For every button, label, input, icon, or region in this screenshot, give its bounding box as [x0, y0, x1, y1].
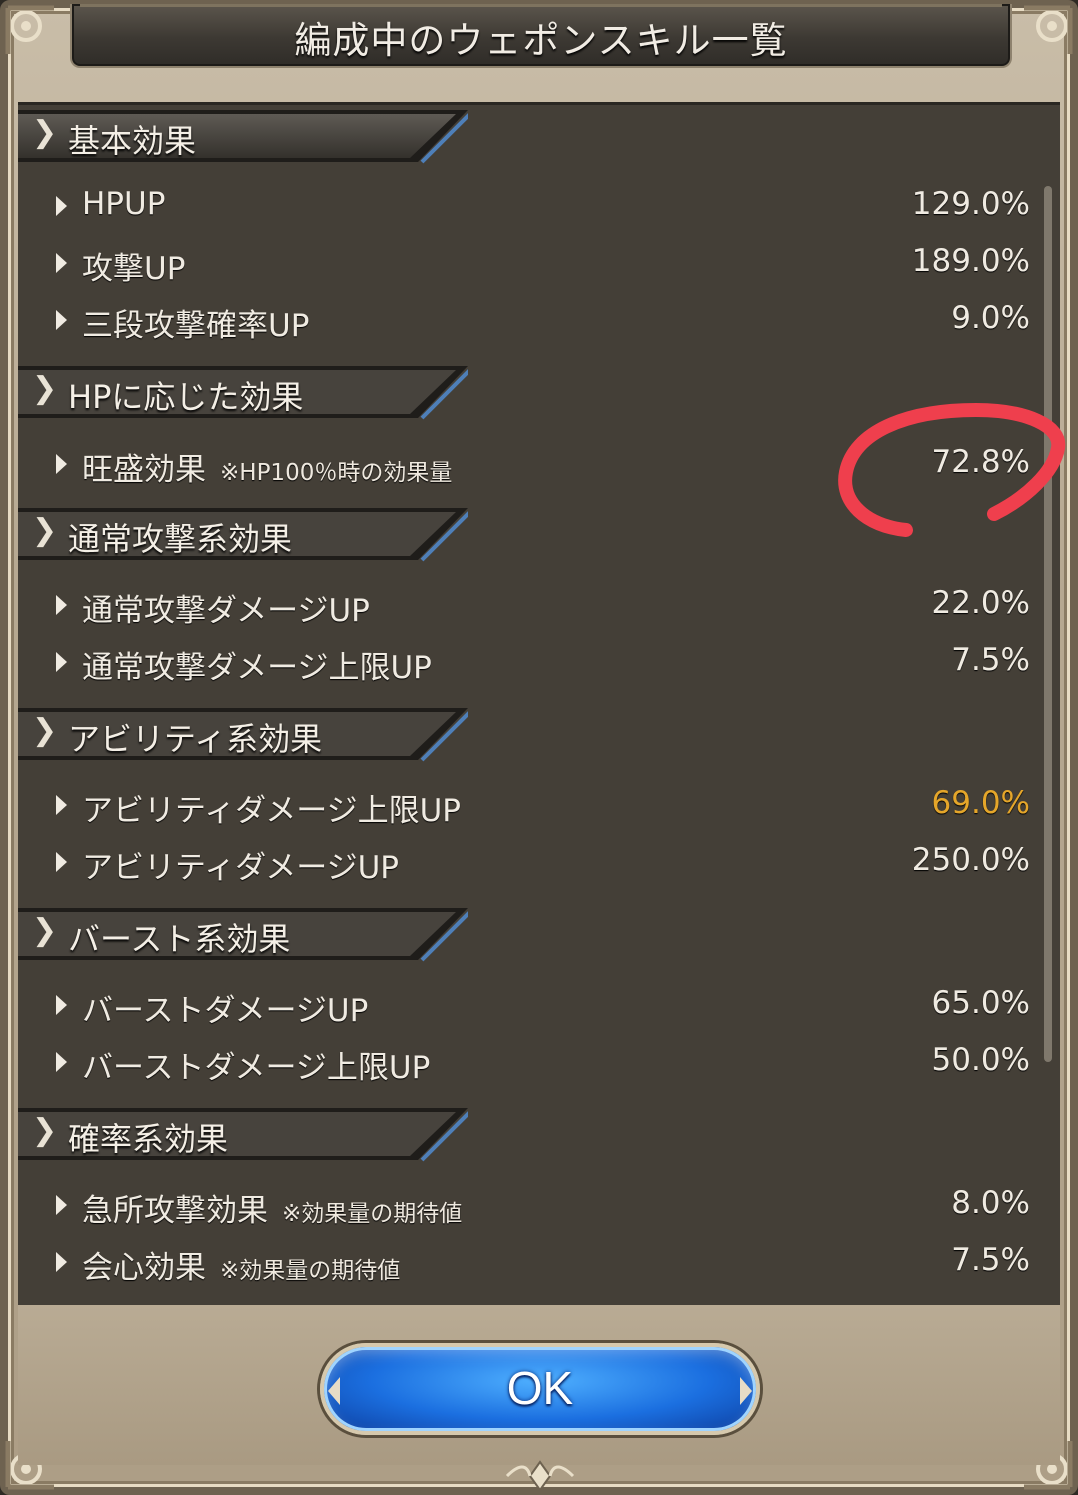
skill-label: アビリティダメージUP	[82, 850, 399, 886]
section-header-probability: ❯ 確率系効果	[18, 1106, 468, 1162]
triangle-right-icon	[56, 253, 67, 273]
title-rule	[80, 4, 1002, 7]
highlight-circle-annotation	[838, 402, 1066, 537]
scrollbar[interactable]	[1044, 186, 1052, 1062]
skill-label: アビリティダメージ上限UP	[82, 793, 461, 829]
skill-value: 65.0%	[931, 985, 1030, 1021]
skill-value: 189.0%	[911, 243, 1030, 279]
skill-note: ※効果量の期待値	[220, 1258, 401, 1284]
skill-value: 250.0%	[911, 842, 1030, 878]
ok-button-label: OK	[506, 1362, 574, 1414]
section-label: 確率系効果	[68, 1120, 229, 1158]
skill-label: 旺盛効果 ※HP100％時の効果量	[82, 452, 453, 488]
skill-value: 9.0%	[951, 300, 1030, 336]
footer-ornament-icon	[505, 1460, 575, 1492]
list-item: 会心効果 ※効果量の期待値 7.5%	[18, 1238, 1030, 1290]
section-header-ability: ❯ アビリティ系効果	[18, 706, 468, 762]
skill-value: 8.0%	[951, 1185, 1030, 1221]
triangle-right-icon	[56, 310, 67, 330]
skill-value-capped: 69.0%	[931, 785, 1030, 821]
triangle-right-icon	[56, 196, 67, 216]
chevron-right-icon: ❯	[32, 115, 58, 150]
dialog-title: 編成中のウェポンスキル一覧	[294, 19, 788, 62]
skill-note: ※効果量の期待値	[282, 1201, 463, 1227]
triangle-right-icon	[56, 1252, 67, 1272]
skill-value: 7.5%	[951, 1242, 1030, 1278]
chevron-right-icon: ❯	[32, 713, 58, 748]
skill-label: 三段攻撃確率UP	[82, 308, 310, 344]
list-item: アビリティダメージ上限UP 69.0%	[18, 781, 1030, 833]
list-item: 攻撃UP 189.0%	[18, 239, 1030, 291]
triangle-right-icon	[56, 652, 67, 672]
section-label: 通常攻撃系効果	[68, 520, 293, 558]
list-item: 通常攻撃ダメージ上限UP 7.5%	[18, 638, 1030, 690]
skill-value: 7.5%	[951, 642, 1030, 678]
list-item: 通常攻撃ダメージUP 22.0%	[18, 581, 1030, 633]
skill-label: 急所攻撃効果 ※効果量の期待値	[82, 1193, 463, 1229]
chevron-right-icon: ❯	[32, 371, 58, 406]
skill-label: 攻撃UP	[82, 251, 186, 287]
triangle-right-icon	[56, 1195, 67, 1215]
triangle-right-icon	[56, 595, 67, 615]
list-item: 急所攻撃効果 ※効果量の期待値 8.0%	[18, 1181, 1030, 1233]
list-item: バーストダメージUP 65.0%	[18, 981, 1030, 1033]
skill-label: バーストダメージUP	[82, 993, 369, 1029]
title-bar: 編成中のウェポンスキル一覧	[70, 4, 1012, 68]
skill-label: HPUP	[82, 186, 166, 222]
list-item: 三段攻撃確率UP 9.0%	[18, 296, 1030, 348]
skill-value: 50.0%	[931, 1042, 1030, 1078]
triangle-right-icon	[56, 795, 67, 815]
section-header-normal-attack: ❯ 通常攻撃系効果	[18, 506, 468, 562]
list-item: アビリティダメージUP 250.0%	[18, 838, 1030, 890]
skill-label: 会心効果 ※効果量の期待値	[82, 1250, 401, 1286]
list-item: HPUP 129.0%	[18, 182, 1030, 234]
chevron-right-icon: ❯	[32, 913, 58, 948]
section-label: バースト系効果	[68, 920, 291, 958]
ok-button[interactable]: OK	[320, 1343, 760, 1435]
section-label: HPに応じた効果	[68, 378, 304, 416]
section-label: 基本効果	[68, 122, 197, 160]
chevron-right-icon: ❯	[32, 513, 58, 548]
skill-value: 129.0%	[911, 186, 1030, 222]
section-header-burst: ❯ バースト系効果	[18, 906, 468, 962]
triangle-right-icon	[56, 995, 67, 1015]
skill-label: 通常攻撃ダメージ上限UP	[82, 650, 432, 686]
chevron-right-icon: ❯	[32, 1113, 58, 1148]
section-header-basic: ❯ 基本効果	[18, 108, 468, 164]
triangle-right-icon	[56, 852, 67, 872]
corner-ornament-icon	[1018, 4, 1074, 60]
section-header-hp: ❯ HPに応じた効果	[18, 364, 468, 420]
section-label: アビリティ系効果	[68, 720, 323, 758]
triangle-right-icon	[56, 1052, 67, 1072]
skill-label: バーストダメージ上限UP	[82, 1050, 431, 1086]
list-item: バーストダメージ上限UP 50.0%	[18, 1038, 1030, 1090]
skill-label: 通常攻撃ダメージUP	[82, 593, 370, 629]
skill-value: 22.0%	[931, 585, 1030, 621]
skill-note: ※HP100％時の効果量	[220, 460, 453, 486]
triangle-right-icon	[56, 454, 67, 474]
corner-ornament-icon	[4, 4, 60, 60]
